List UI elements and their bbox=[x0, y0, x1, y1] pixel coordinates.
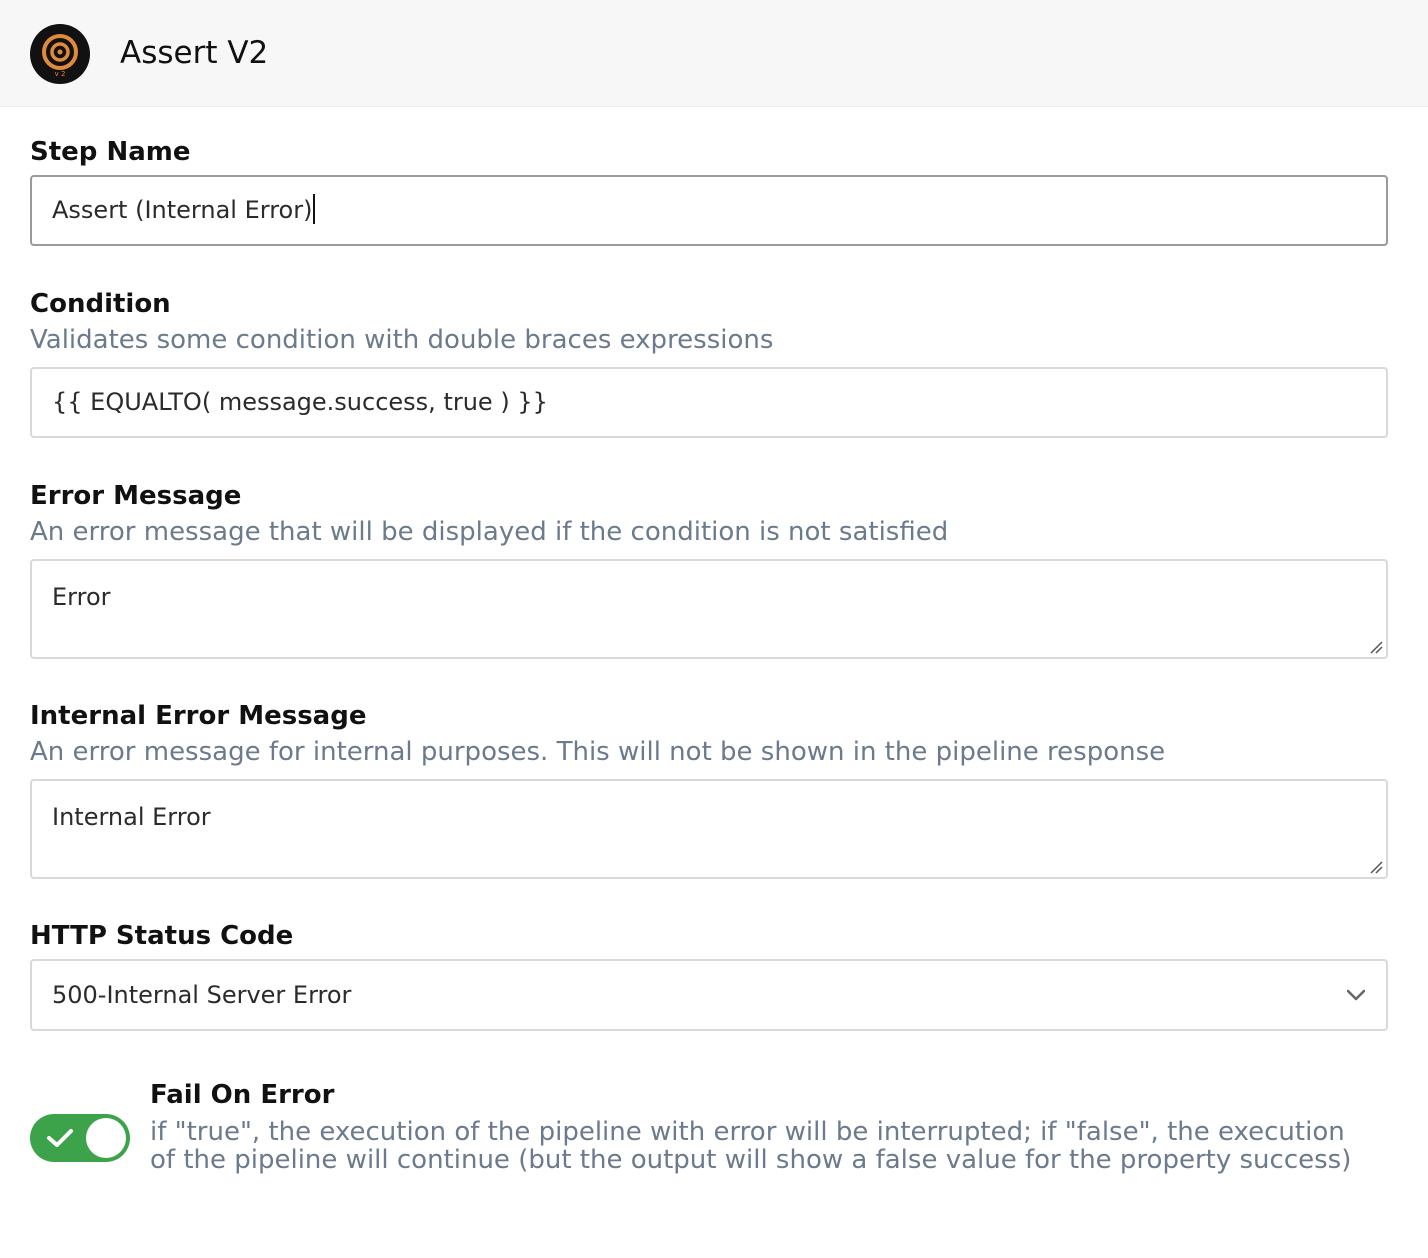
error-message-textarea[interactable]: Error bbox=[30, 559, 1388, 659]
text-caret bbox=[313, 194, 316, 224]
error-message-label: Error Message bbox=[30, 481, 242, 511]
chevron-down-icon bbox=[1346, 989, 1366, 1001]
internal-error-message-value: Internal Error bbox=[52, 803, 211, 831]
fail-on-error-description: if "true", the execution of the pipeline… bbox=[150, 1117, 1352, 1175]
fail-on-error-label: Fail On Error bbox=[150, 1080, 335, 1110]
http-status-code-select[interactable]: 500-Internal Server Error bbox=[30, 959, 1388, 1031]
toggle-knob bbox=[86, 1118, 126, 1158]
http-status-code-selected: 500-Internal Server Error bbox=[52, 981, 352, 1009]
target-v2-logo-icon: v 2 bbox=[30, 24, 90, 84]
internal-error-message-textarea[interactable]: Internal Error bbox=[30, 779, 1388, 879]
condition-value: {{ EQUALTO( message.success, true ) }} bbox=[52, 388, 548, 416]
step-header: v 2 Assert V2 bbox=[0, 0, 1428, 107]
resize-handle-icon[interactable] bbox=[1368, 639, 1384, 655]
step-name-value: Assert (Internal Error) bbox=[52, 196, 313, 224]
http-status-code-label: HTTP Status Code bbox=[30, 921, 294, 951]
internal-error-message-description: An error message for internal purposes. … bbox=[30, 737, 1166, 767]
condition-description: Validates some condition with double bra… bbox=[30, 325, 774, 355]
step-name-label: Step Name bbox=[30, 137, 191, 167]
internal-error-message-label: Internal Error Message bbox=[30, 701, 367, 731]
check-icon bbox=[47, 1129, 73, 1147]
condition-input[interactable]: {{ EQUALTO( message.success, true ) }} bbox=[30, 367, 1388, 438]
step-name-input[interactable]: Assert (Internal Error) bbox=[30, 175, 1388, 246]
error-message-description: An error message that will be displayed … bbox=[30, 517, 949, 547]
fail-on-error-toggle[interactable] bbox=[30, 1114, 130, 1162]
page-title: Assert V2 bbox=[120, 35, 269, 71]
resize-handle-icon[interactable] bbox=[1368, 859, 1384, 875]
error-message-value: Error bbox=[52, 583, 111, 611]
condition-label: Condition bbox=[30, 289, 171, 319]
logo-v2-text: v 2 bbox=[55, 70, 66, 78]
